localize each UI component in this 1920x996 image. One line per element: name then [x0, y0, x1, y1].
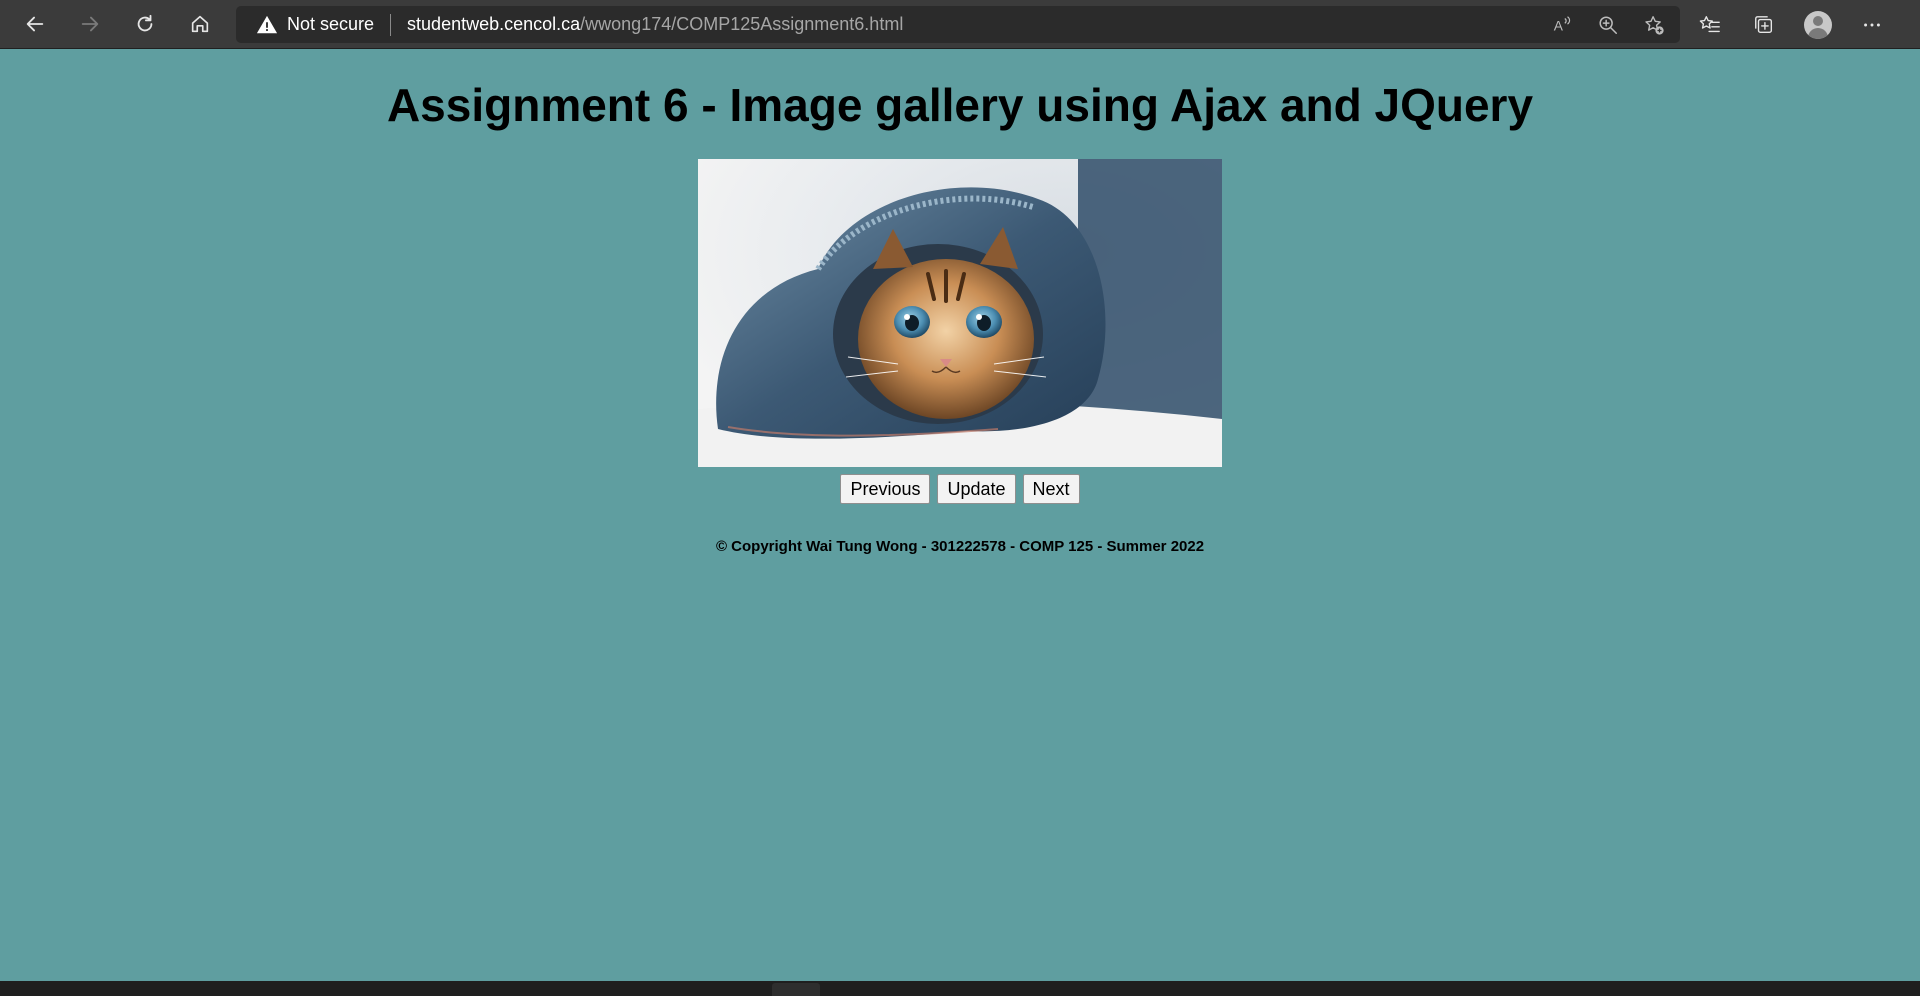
profile-icon: [1804, 10, 1832, 39]
next-button[interactable]: Next: [1022, 474, 1080, 504]
url-text[interactable]: studentweb.cencol.ca/wwong174/COMP125Ass…: [407, 14, 903, 35]
profile-button[interactable]: [1798, 5, 1838, 45]
read-aloud-icon[interactable]: A: [1550, 13, 1574, 37]
security-label[interactable]: Not secure: [287, 14, 374, 35]
address-separator: [390, 13, 392, 36]
taskbar-app-button[interactable]: [772, 983, 820, 996]
gallery-image: [698, 159, 1222, 467]
refresh-icon: [137, 14, 153, 32]
page-title: Assignment 6 - Image gallery using Ajax …: [386, 79, 1534, 131]
favorites-icon[interactable]: [1690, 5, 1730, 45]
url-host: studentweb.cencol.ca: [407, 14, 581, 34]
add-favorite-icon[interactable]: [1642, 13, 1666, 37]
collections-icon[interactable]: [1744, 5, 1784, 45]
gallery-controls: Previous Update Next: [0, 474, 1920, 504]
copyright-footer: © Copyright Wai Tung Wong - 301222578 - …: [715, 538, 1205, 555]
kitten-image: [698, 159, 1222, 467]
back-button[interactable]: [15, 4, 55, 44]
taskbar: [0, 981, 1920, 996]
warning-icon[interactable]: [256, 14, 278, 36]
zoom-icon[interactable]: [1596, 13, 1620, 37]
more-icon[interactable]: [1852, 5, 1892, 45]
back-icon: [26, 16, 44, 32]
address-bar[interactable]: Not secure studentweb.cencol.ca/wwong174…: [236, 6, 1680, 43]
home-icon: [191, 15, 209, 33]
update-button[interactable]: Update: [937, 474, 1016, 504]
browser-toolbar: Not secure studentweb.cencol.ca/wwong174…: [0, 0, 1920, 49]
refresh-button[interactable]: [125, 4, 165, 44]
svg-text:A: A: [1554, 18, 1564, 33]
previous-button[interactable]: Previous: [840, 474, 931, 504]
forward-button[interactable]: [70, 4, 110, 44]
home-button[interactable]: [180, 4, 220, 44]
forward-icon: [81, 16, 99, 32]
url-path: /wwong174/COMP125Assignment6.html: [580, 14, 904, 34]
